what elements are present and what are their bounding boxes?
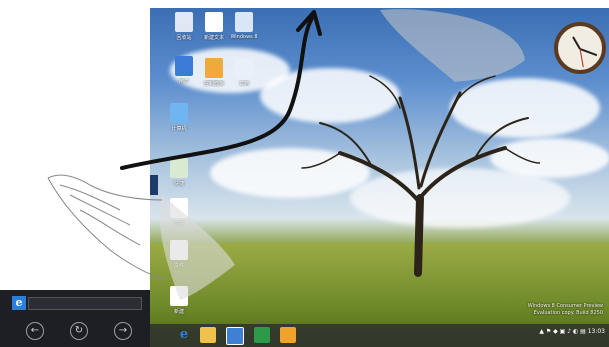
- browser-charm-bar: e ← ↻ →: [0, 290, 150, 347]
- refresh-button[interactable]: ↻: [70, 322, 88, 340]
- back-button[interactable]: ←: [26, 322, 44, 340]
- forward-button[interactable]: →: [114, 322, 132, 340]
- forward-arrow-icon: →: [118, 325, 128, 336]
- ie-logo-icon: e: [12, 296, 26, 310]
- back-arrow-icon: ←: [30, 325, 40, 336]
- address-row: e: [12, 296, 142, 310]
- address-input[interactable]: [28, 297, 142, 310]
- refresh-icon: ↻: [74, 325, 84, 336]
